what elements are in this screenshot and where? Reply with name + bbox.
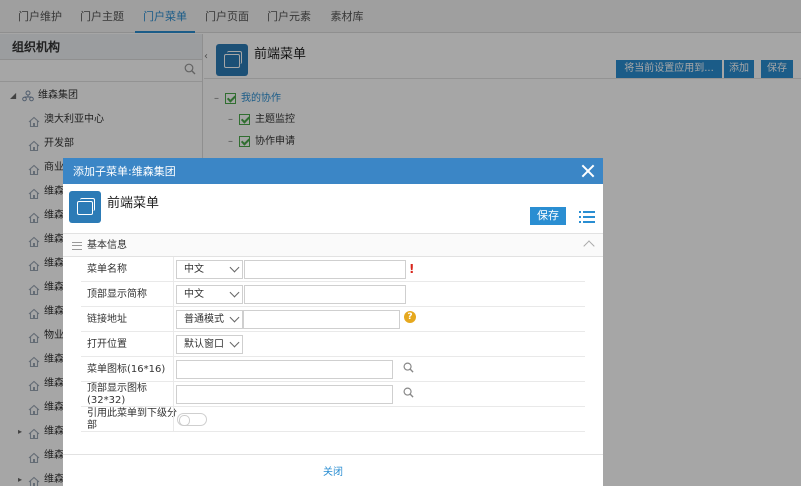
chevron-down-icon	[229, 287, 240, 298]
menu-icon-input[interactable]	[176, 360, 393, 379]
menu-name-input[interactable]	[244, 260, 406, 279]
select-value: 默认窗口	[184, 339, 224, 350]
form-row-open-position: 打开位置 默认窗口	[81, 332, 585, 357]
chevron-down-icon	[229, 262, 240, 273]
form-row-menu-name: 菜单名称 中文 !	[81, 257, 585, 282]
top-short-name-input[interactable]	[244, 285, 406, 304]
field-label: 顶部显示简称	[87, 289, 147, 300]
search-icon[interactable]	[403, 362, 414, 373]
dialog-save-button[interactable]: 保存	[530, 207, 566, 225]
chevron-up-icon[interactable]	[583, 240, 595, 252]
chevron-down-icon	[229, 312, 240, 323]
close-icon[interactable]	[581, 164, 595, 178]
form-row-link: 链接地址 普通模式 ?	[81, 307, 585, 332]
field-label: 菜单名称	[87, 264, 127, 275]
form-row-top-icon: 顶部显示图标(32*32)	[81, 382, 585, 407]
dialog-title: 前端菜单	[107, 196, 160, 211]
link-mode-select[interactable]: 普通模式	[176, 310, 243, 329]
chevron-down-icon	[229, 337, 240, 348]
language-select[interactable]: 中文	[176, 260, 243, 279]
form-row-cite-submenu: 引用此菜单到下级分部	[81, 407, 585, 432]
cite-toggle[interactable]	[177, 413, 207, 426]
form-row-menu-icon: 菜单图标(16*16)	[81, 357, 585, 382]
list-icon[interactable]	[579, 210, 595, 224]
section-label: 基本信息	[87, 240, 127, 251]
select-value: 中文	[184, 264, 204, 275]
close-button[interactable]: 关闭	[63, 463, 603, 478]
required-icon: !	[409, 262, 415, 276]
field-label: 引用此菜单到下级分部	[87, 408, 177, 431]
add-submenu-dialog: 添加子菜单:维森集团 前端菜单 保存 基本信息 菜单名称 中文 ! 顶部显示简称…	[63, 158, 603, 486]
select-value: 中文	[184, 289, 204, 300]
menu-lines-icon	[72, 242, 82, 250]
form-row-top-short-name: 顶部显示简称 中文	[81, 282, 585, 307]
help-icon[interactable]: ?	[404, 311, 416, 323]
open-position-select[interactable]: 默认窗口	[176, 335, 243, 354]
select-value: 普通模式	[184, 314, 224, 325]
top-icon-input[interactable]	[176, 385, 393, 404]
dialog-footer: 关闭	[63, 454, 603, 486]
search-icon[interactable]	[403, 387, 414, 398]
basic-info-section-header[interactable]: 基本信息	[63, 233, 603, 257]
menu-app-icon	[69, 191, 101, 223]
field-label: 菜单图标(16*16)	[87, 364, 166, 375]
link-address-input[interactable]	[243, 310, 400, 329]
language-select[interactable]: 中文	[176, 285, 243, 304]
dialog-header: 添加子菜单:维森集团	[63, 158, 603, 184]
field-label: 顶部显示图标(32*32)	[87, 383, 147, 406]
field-label: 链接地址	[87, 314, 127, 325]
field-label: 打开位置	[87, 339, 127, 350]
